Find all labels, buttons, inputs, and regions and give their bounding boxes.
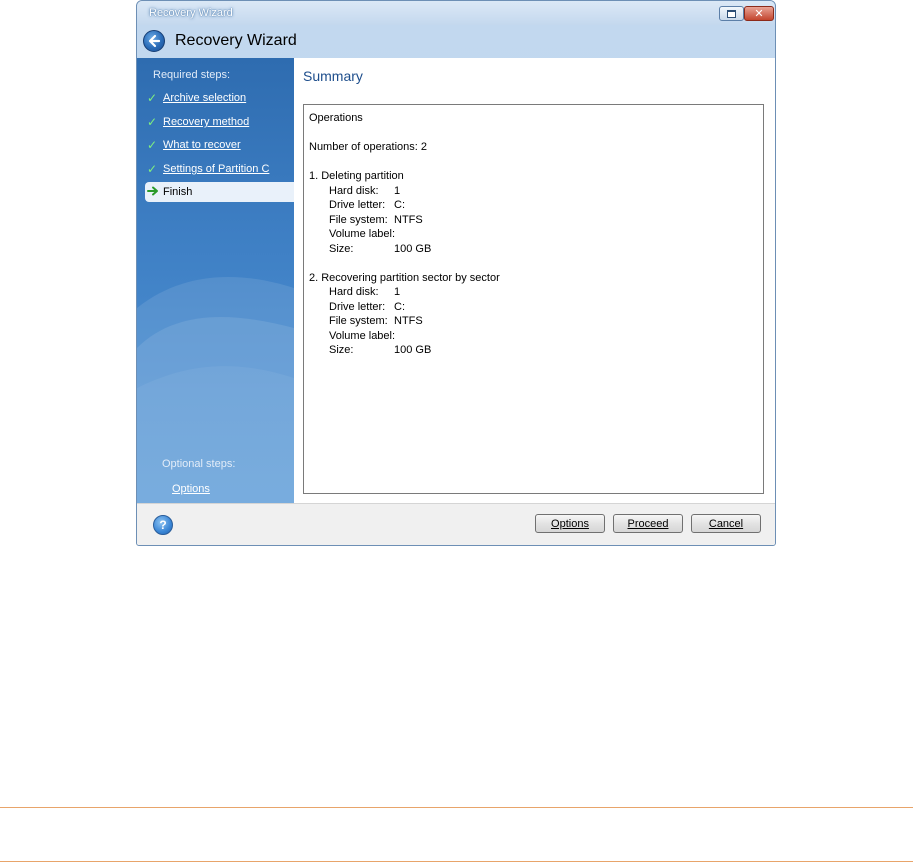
step-link[interactable]: Recovery method [163, 116, 249, 128]
operation-field: Size: 100 GB [329, 242, 432, 255]
cancel-button[interactable]: Cancel [691, 514, 761, 533]
operation-field: Drive letter: C: [329, 199, 405, 211]
window-title: Recovery Wizard [149, 7, 233, 19]
operation-field: Volume label: [329, 329, 396, 342]
operation-title: 2. Recovering partition sector by sector [309, 271, 500, 284]
step-finish-label: Finish [163, 186, 193, 198]
operation-field: Size: 100 GB [329, 344, 432, 356]
step-settings-partition-c[interactable]: ✓ Settings of Partition C [145, 159, 294, 179]
step-link[interactable]: What to recover [163, 139, 241, 151]
optional-steps-heading: Optional steps: [162, 458, 236, 470]
operation-title: 1. Deleting partition [309, 170, 404, 182]
checkmark-icon: ✓ [147, 138, 158, 152]
steps-sidebar: Required steps: ✓ Archive selection ✓ Re… [137, 58, 294, 503]
step-link[interactable]: Settings of Partition C [163, 163, 269, 175]
wizard-footer: ? Options Proceed Cancel [137, 503, 775, 545]
proceed-button[interactable]: Proceed [613, 514, 683, 533]
summary-text-box[interactable]: Operations Number of operations: 2 1. De… [303, 104, 764, 494]
operation-field: Volume label: [329, 228, 396, 240]
back-arrow-icon[interactable] [143, 30, 165, 52]
summary-heading: Operations [309, 112, 363, 124]
checkmark-icon: ✓ [147, 162, 158, 176]
operation-field: Hard disk: 1 [329, 286, 401, 298]
divider-line [0, 861, 913, 862]
close-button[interactable]: ✕ [744, 6, 774, 21]
restore-button[interactable] [719, 6, 744, 21]
required-steps-heading: Required steps: [153, 69, 231, 81]
wizard-title: Recovery Wizard [175, 32, 297, 49]
close-icon: ✕ [754, 7, 764, 20]
step-link[interactable]: Archive selection [163, 92, 246, 104]
wizard-header: Recovery Wizard [137, 25, 775, 58]
help-icon[interactable]: ? [153, 515, 173, 535]
step-recovery-method[interactable]: ✓ Recovery method [145, 112, 294, 132]
step-finish[interactable]: Finish [145, 182, 294, 202]
recovery-wizard-window: Recovery Wizard ✕ Recovery Wizard Requir… [136, 0, 776, 546]
operation-field: Hard disk: 1 [329, 184, 401, 197]
operations-count: Number of operations: 2 [309, 141, 428, 153]
optional-options-link[interactable]: Options [172, 483, 210, 495]
checkmark-icon: ✓ [147, 115, 158, 129]
operation-field: Drive letter: C: [329, 300, 405, 313]
operation-field: File system: NTFS [329, 315, 423, 327]
restore-icon [727, 9, 736, 18]
operation-field: File system: NTFS [329, 213, 423, 226]
options-button[interactable]: Options [535, 514, 605, 533]
page-title: Summary [303, 68, 363, 84]
divider-line [0, 807, 913, 808]
step-what-to-recover[interactable]: ✓ What to recover [145, 135, 294, 155]
green-arrow-icon [147, 186, 161, 199]
checkmark-icon: ✓ [147, 91, 158, 105]
step-archive-selection[interactable]: ✓ Archive selection [145, 88, 294, 108]
title-bar: Recovery Wizard ✕ [137, 1, 775, 25]
main-content: Summary Operations Number of operations:… [294, 58, 775, 503]
